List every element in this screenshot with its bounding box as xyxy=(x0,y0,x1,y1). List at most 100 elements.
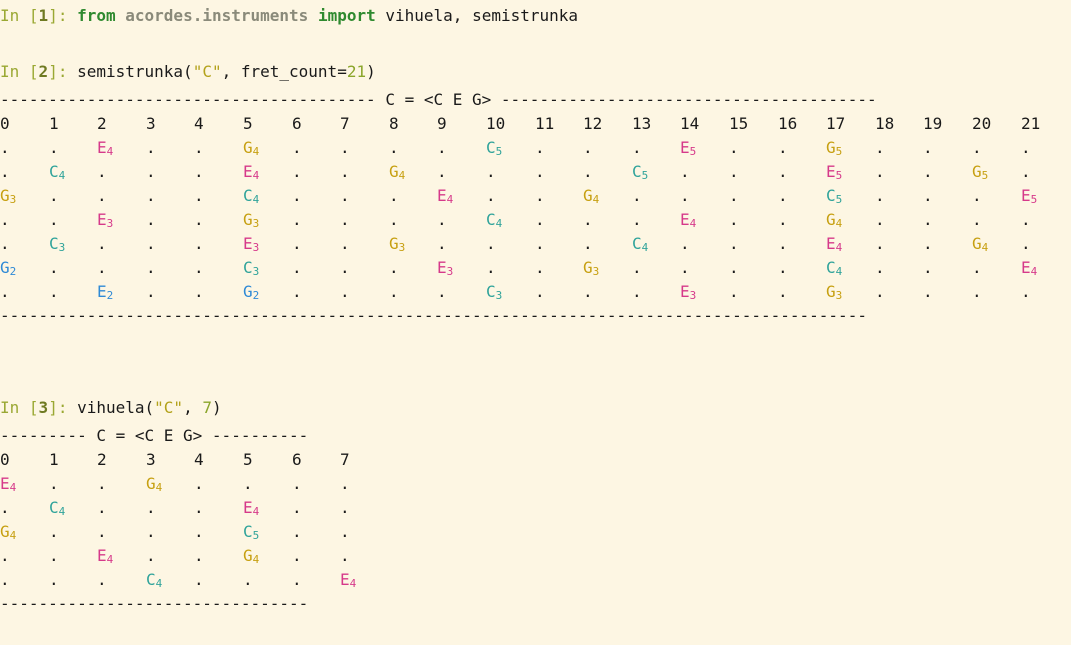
note-letter: G xyxy=(583,258,593,277)
empty-fret: . xyxy=(535,138,545,157)
code-token: , fret_count= xyxy=(221,62,347,81)
note-letter: C xyxy=(49,498,59,517)
note-letter: E xyxy=(437,186,447,205)
empty-fret: . xyxy=(97,474,107,493)
input-line-3[interactable]: In [3]: vihuela("C", 7) xyxy=(0,396,222,420)
empty-fret: . xyxy=(49,186,59,205)
note-letter: G xyxy=(972,234,982,253)
note-marker: G3 xyxy=(243,208,291,232)
note-marker: E4 xyxy=(340,568,388,592)
fret-number: 11 xyxy=(535,114,555,133)
empty-fret: . xyxy=(923,258,933,277)
empty-fret: . xyxy=(0,498,10,517)
empty-fret: . xyxy=(778,234,788,253)
empty-fret: . xyxy=(923,210,933,229)
empty-fret: . xyxy=(972,186,982,205)
code-token: semistrunka( xyxy=(77,62,193,81)
fret-number: 3 xyxy=(146,450,156,469)
note-marker: G2 xyxy=(243,280,291,304)
note-octave: 3 xyxy=(252,241,260,254)
fret-number: 0 xyxy=(0,450,10,469)
note-marker: E3 xyxy=(243,232,291,256)
empty-fret: . xyxy=(146,546,156,565)
input-prompt: In xyxy=(0,398,29,417)
empty-fret: . xyxy=(146,258,156,277)
empty-fret: . xyxy=(292,234,302,253)
empty-fret: . xyxy=(778,210,788,229)
note-marker: E4 xyxy=(97,136,145,160)
note-letter: E xyxy=(680,138,690,157)
empty-fret: . xyxy=(972,210,982,229)
empty-fret: . xyxy=(1021,210,1031,229)
empty-fret: . xyxy=(292,546,302,565)
note-marker: G3 xyxy=(826,280,874,304)
empty-fret: . xyxy=(194,474,204,493)
empty-fret: . xyxy=(292,522,302,541)
note-octave: 4 xyxy=(58,169,66,182)
fret-number: 9 xyxy=(437,114,447,133)
note-marker: C3 xyxy=(49,232,97,256)
empty-fret: . xyxy=(340,234,350,253)
empty-fret: . xyxy=(292,570,302,589)
note-octave: 5 xyxy=(252,529,260,542)
note-letter: G xyxy=(826,210,836,229)
note-marker: C4 xyxy=(49,160,97,184)
fret-number: 1 xyxy=(49,450,59,469)
fretboard-bottom-line: -------------------------------- xyxy=(0,594,309,613)
empty-fret: . xyxy=(875,162,885,181)
note-marker: E5 xyxy=(826,160,874,184)
empty-fret: . xyxy=(389,210,399,229)
note-letter: E xyxy=(97,546,107,565)
input-line-1[interactable]: In [1]: from acordes.instruments import … xyxy=(0,4,578,28)
empty-fret: . xyxy=(0,570,10,589)
empty-fret: . xyxy=(243,474,253,493)
empty-fret: . xyxy=(97,498,107,517)
note-octave: 5 xyxy=(495,145,503,158)
input-line-2[interactable]: In [2]: semistrunka("C", fret_count=21) xyxy=(0,60,376,84)
empty-fret: . xyxy=(1021,234,1031,253)
note-octave: 4 xyxy=(398,169,406,182)
empty-fret: . xyxy=(389,138,399,157)
note-letter: E xyxy=(243,162,253,181)
empty-fret: . xyxy=(583,234,593,253)
note-marker: E3 xyxy=(97,208,145,232)
note-marker: E3 xyxy=(680,280,728,304)
empty-fret: . xyxy=(194,210,204,229)
empty-fret: . xyxy=(340,258,350,277)
empty-fret: . xyxy=(729,162,739,181)
empty-fret: . xyxy=(340,138,350,157)
empty-fret: . xyxy=(535,162,545,181)
empty-fret: . xyxy=(146,234,156,253)
note-letter: G xyxy=(826,138,836,157)
fretboard-bottom-line: ----------------------------------------… xyxy=(0,306,867,325)
empty-fret: . xyxy=(49,138,59,157)
execution-count: 1 xyxy=(38,6,49,25)
note-letter: G xyxy=(583,186,593,205)
note-marker: E4 xyxy=(1021,256,1069,280)
note-letter: C xyxy=(243,522,253,541)
fret-number: 0 xyxy=(0,114,10,133)
empty-fret: . xyxy=(389,282,399,301)
note-letter: C xyxy=(243,258,253,277)
fret-number: 2 xyxy=(97,450,107,469)
empty-fret: . xyxy=(340,186,350,205)
fret-number: 3 xyxy=(146,114,156,133)
note-marker: E4 xyxy=(826,232,874,256)
empty-fret: . xyxy=(194,234,204,253)
note-octave: 4 xyxy=(252,505,260,518)
note-octave: 3 xyxy=(398,241,406,254)
note-letter: C xyxy=(632,162,642,181)
note-letter: E xyxy=(97,282,107,301)
code-token: from xyxy=(77,6,116,25)
empty-fret: . xyxy=(486,186,496,205)
note-octave: 3 xyxy=(58,241,66,254)
empty-fret: . xyxy=(1021,138,1031,157)
fret-number: 6 xyxy=(292,450,302,469)
empty-fret: . xyxy=(292,258,302,277)
note-marker: E3 xyxy=(437,256,485,280)
empty-fret: . xyxy=(0,282,10,301)
note-marker: E2 xyxy=(97,280,145,304)
note-octave: 4 xyxy=(252,193,260,206)
empty-fret: . xyxy=(535,186,545,205)
